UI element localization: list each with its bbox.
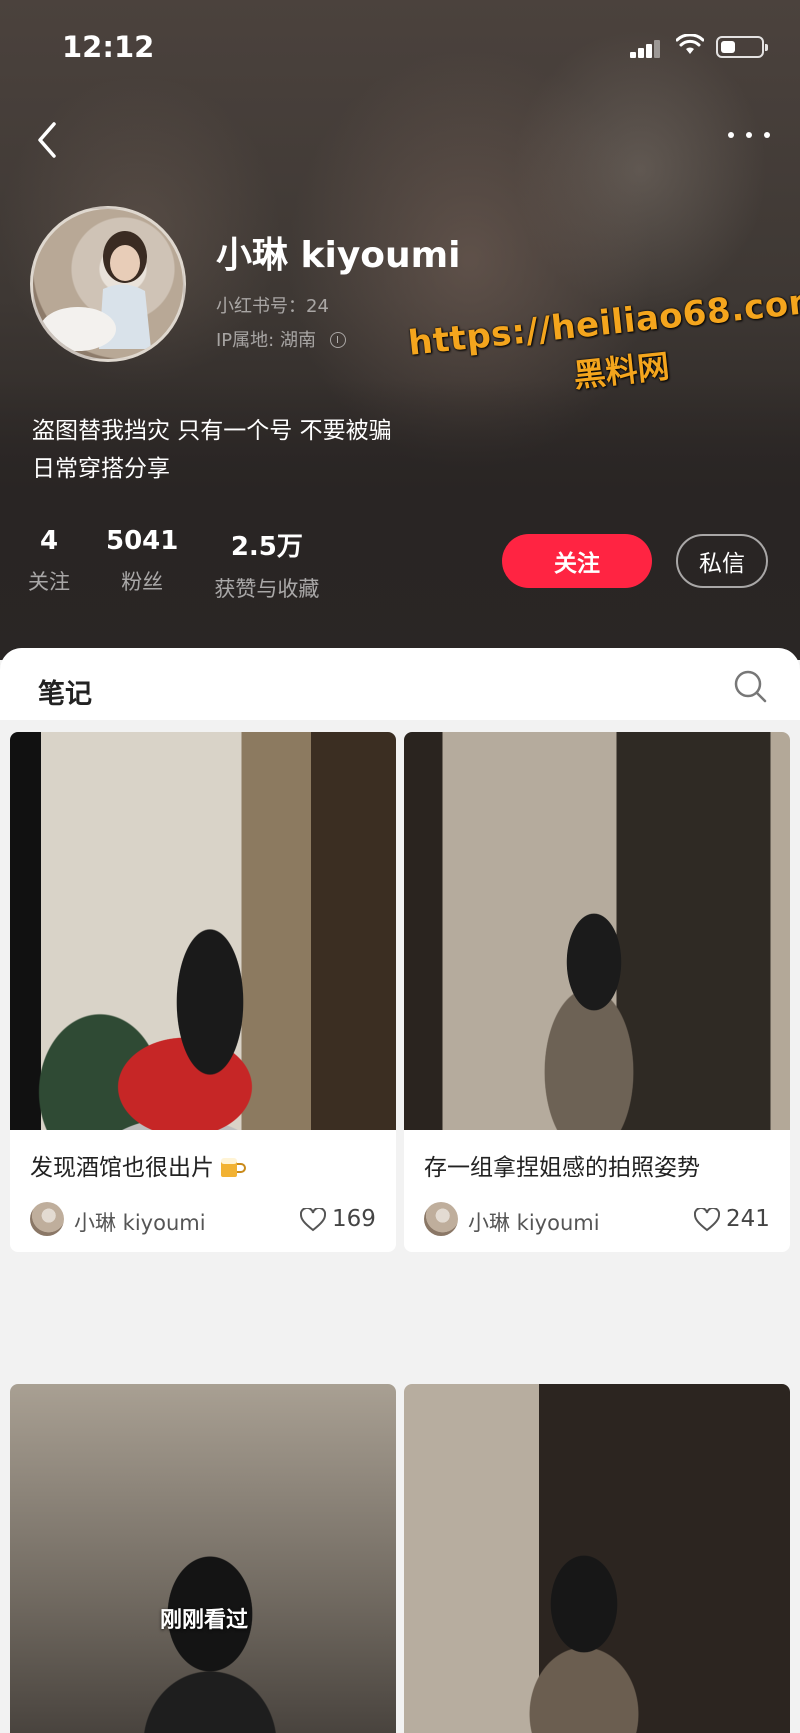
stat-value: 4 [39, 526, 59, 556]
status-time: 12:12 [62, 30, 155, 64]
note-title: 存一组拿捏姐感的拍照姿势 [424, 1155, 700, 1181]
like-count: 241 [726, 1206, 770, 1232]
note-card[interactable]: 存一组拿捏姐感的拍照姿势 小琳 kiyoumi 241 [404, 732, 790, 1252]
stat-likes-collects[interactable]: 2.5万 获赞与收藏 [214, 526, 319, 603]
note-title: 发现酒馆也很出片 [30, 1148, 246, 1182]
note-cover-image [10, 1384, 396, 1733]
profile-header: 12:12 小琳 kiyoumi 小红书号：24 IP属地: 湖南 https:… [0, 0, 800, 660]
note-card[interactable] [404, 1384, 790, 1733]
battery-icon [716, 36, 768, 58]
recently-viewed-badge: 刚刚看过 [160, 1608, 249, 1633]
follow-button[interactable]: 关注 [502, 534, 652, 588]
back-icon[interactable] [28, 112, 68, 168]
bio-line: 盗图替我挡灾 只有一个号 不要被骗 [32, 418, 392, 444]
profile-bio: 盗图替我挡灾 只有一个号 不要被骗 日常穿搭分享 [32, 412, 392, 488]
author-avatar[interactable] [424, 1202, 458, 1236]
heart-icon[interactable] [300, 1208, 326, 1232]
note-card[interactable]: 刚刚看过 [10, 1384, 396, 1733]
author-avatar[interactable] [30, 1202, 64, 1236]
note-footer: 小琳 kiyoumi 241 [424, 1202, 770, 1236]
tab-notes[interactable]: 笔记 [38, 672, 92, 711]
avatar-portrait [40, 231, 151, 351]
like-count: 169 [332, 1206, 376, 1232]
beer-icon [221, 1158, 246, 1177]
status-bar: 12:12 [0, 0, 800, 96]
heart-icon[interactable] [694, 1208, 720, 1232]
bio-line: 日常穿搭分享 [32, 456, 170, 482]
note-cover-image [404, 732, 790, 1130]
wifi-icon [676, 34, 704, 54]
stat-following[interactable]: 4 关注 [28, 526, 70, 603]
note-card[interactable]: 发现酒馆也很出片 小琳 kiyoumi 169 [10, 732, 396, 1252]
notes-section: 笔记 发现酒馆也很出片 小琳 kiyoumi 169 存一组拿捏姐感的拍照姿势 [0, 648, 800, 1733]
red-id[interactable]: 小红书号：24 [216, 292, 329, 318]
info-icon[interactable] [329, 332, 346, 348]
more-options-icon[interactable] [720, 120, 780, 150]
stat-followers[interactable]: 5041 粉丝 [106, 526, 178, 603]
profile-stats: 4 关注 5041 粉丝 2.5万 获赞与收藏 [28, 526, 355, 603]
note-footer: 小琳 kiyoumi 169 [30, 1202, 376, 1236]
tab-bar: 笔记 [0, 648, 800, 720]
stat-label: 关注 [28, 570, 70, 594]
author-name[interactable]: 小琳 kiyoumi [468, 1207, 600, 1237]
stat-value: 5041 [106, 526, 179, 556]
stat-label: 粉丝 [121, 570, 164, 594]
search-icon[interactable] [732, 668, 768, 704]
note-cover-image [10, 732, 396, 1130]
stat-label: 获赞与收藏 [214, 577, 320, 601]
ip-location-text: IP属地: 湖南 [216, 330, 316, 351]
message-button[interactable]: 私信 [676, 534, 768, 588]
avatar[interactable] [30, 206, 186, 362]
profile-name: 小琳 kiyoumi [216, 235, 461, 276]
author-name[interactable]: 小琳 kiyoumi [74, 1207, 206, 1237]
stat-value: 2.5万 [230, 532, 303, 562]
note-title-text: 发现酒馆也很出片 [30, 1155, 214, 1181]
note-cover-image [404, 1384, 790, 1733]
ip-location: IP属地: 湖南 [216, 326, 346, 352]
signal-icon [630, 38, 662, 58]
